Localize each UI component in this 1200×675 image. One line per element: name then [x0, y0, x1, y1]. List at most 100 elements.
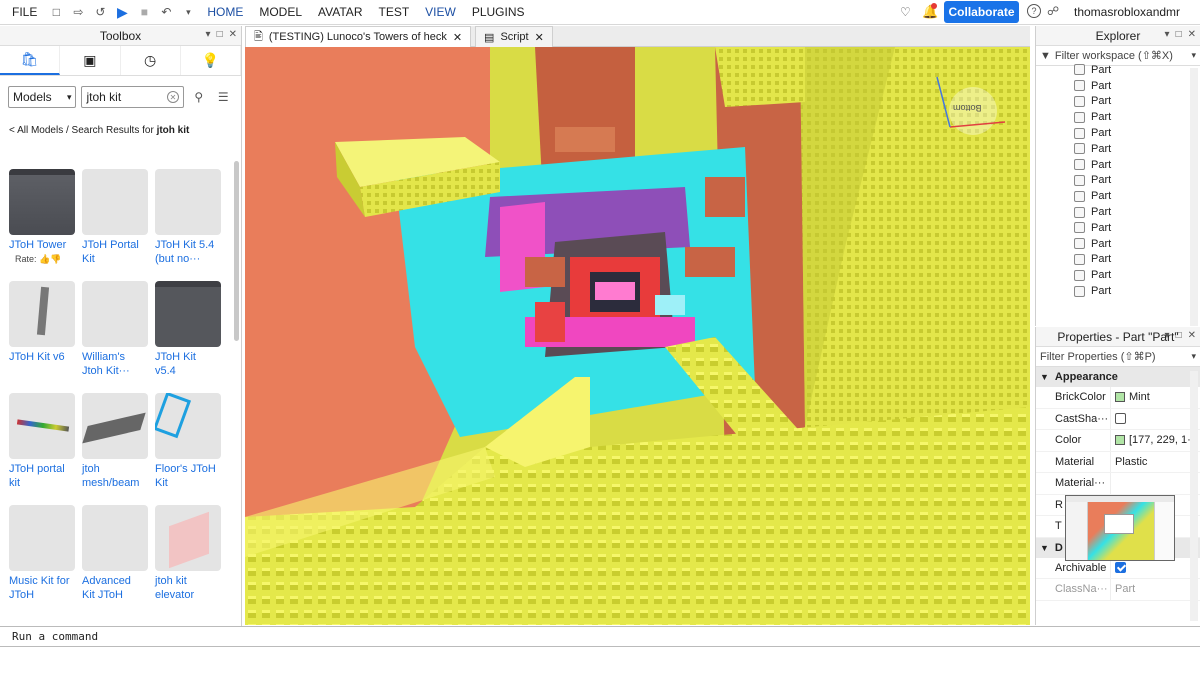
model-name[interactable]: JToH portal kit [9, 462, 76, 490]
filter-sliders-icon[interactable]: ☰ [214, 86, 233, 108]
model-thumbnail[interactable] [155, 505, 221, 571]
tree-item[interactable]: Part [1036, 188, 1200, 204]
model-name[interactable]: Advanced Kit JToH [82, 574, 149, 602]
model-name[interactable]: William's Jtoh Kit··· [82, 350, 149, 378]
model-card[interactable]: JToH Kit v5.4 [155, 281, 222, 378]
favorite-icon[interactable]: ♡ [900, 5, 911, 19]
model-card[interactable]: jtoh kit elevator [155, 505, 222, 602]
prop-row-color[interactable]: Color [177, 229, 1··· [1036, 430, 1200, 452]
search-icon[interactable]: ⚲ [189, 86, 208, 108]
tab-script[interactable]: ▤ Script ✕ [475, 26, 553, 47]
tree-item[interactable]: Part [1036, 157, 1200, 173]
clear-icon[interactable]: ✕ [167, 91, 180, 103]
model-thumbnail[interactable] [82, 505, 148, 571]
chevron-down-icon[interactable]: ▾ [1191, 50, 1196, 61]
model-name[interactable]: JToH Kit 5.4 (but no··· [155, 238, 222, 266]
tree-item[interactable]: Part [1036, 220, 1200, 236]
orientation-cube-label[interactable]: Bottom [953, 103, 982, 113]
model-name[interactable]: JToH Portal Kit [82, 238, 149, 266]
model-name[interactable]: jtoh mesh/beam [82, 462, 149, 490]
undo-icon[interactable]: ↶ [159, 5, 173, 19]
prop-row-brickcolor[interactable]: BrickColor Mint [1036, 387, 1200, 409]
model-thumbnail[interactable] [155, 169, 221, 235]
model-name[interactable]: JToH Tower [9, 238, 76, 252]
creations-tab-icon[interactable]: 💡 [181, 46, 241, 75]
toolbox-scrollbar[interactable] [234, 161, 239, 341]
model-card[interactable]: JToH Portal Kit [82, 169, 149, 266]
model-thumbnail[interactable] [155, 281, 221, 347]
chevron-down-icon[interactable]: ▾ [181, 5, 195, 19]
close-icon[interactable]: ✕ [535, 31, 544, 44]
recent-tab-icon[interactable]: ◷ [121, 46, 181, 75]
collapse-icon[interactable]: ▾ [206, 29, 211, 40]
model-card[interactable]: JToH Tower Rate: 👍👎 [9, 169, 76, 265]
color-swatch[interactable] [1115, 392, 1125, 403]
tree-item[interactable]: Part [1036, 94, 1200, 110]
tree-item[interactable]: Part [1036, 204, 1200, 220]
tab-test[interactable]: TEST [370, 5, 417, 19]
model-card[interactable]: Advanced Kit JToH [82, 505, 149, 602]
model-thumbnail[interactable] [9, 393, 75, 459]
model-name[interactable]: JToH Kit v6 [9, 350, 76, 364]
model-card[interactable]: jtoh mesh/beam [82, 393, 149, 490]
tab-place[interactable]: 🖹 (TESTING) Lunoco's Towers of heck ✕ [245, 26, 472, 47]
model-card[interactable]: JToH Kit 5.4 (but no··· [155, 169, 222, 266]
float-icon[interactable]: □ [217, 29, 223, 40]
close-icon[interactable]: ✕ [453, 31, 462, 44]
search-input[interactable]: jtoh kit ✕ [81, 86, 185, 108]
breadcrumb[interactable]: < All Models / Search Results for jtoh k… [9, 125, 189, 136]
properties-filter-input[interactable]: Filter Properties (⇧⌘P) ▾ [1036, 347, 1200, 367]
tree-item[interactable]: Part [1036, 109, 1200, 125]
model-name[interactable]: Music Kit for JToH [9, 574, 76, 602]
tree-item[interactable]: Part [1036, 252, 1200, 268]
help-icon[interactable]: ? [1027, 4, 1041, 18]
tab-avatar[interactable]: AVATAR [310, 5, 370, 19]
undo-history-icon[interactable]: ↺ [93, 5, 107, 19]
screenshot-preview-thumbnail[interactable] [1065, 495, 1175, 561]
model-card[interactable]: JToH Kit v6 [9, 281, 76, 364]
model-thumbnail[interactable] [82, 393, 148, 459]
prop-row-material[interactable]: Material Plastic [1036, 451, 1200, 473]
new-file-icon[interactable]: □ [49, 5, 63, 19]
collapse-icon[interactable]: ▾ [1165, 330, 1170, 341]
model-name[interactable]: jtoh kit elevator [155, 574, 222, 602]
tab-home[interactable]: HOME [199, 5, 251, 19]
model-name[interactable]: Floor's JToH Kit [155, 462, 222, 490]
command-bar-input[interactable]: Run a command [0, 626, 1200, 647]
prop-value[interactable]: Plastic [1115, 456, 1147, 468]
model-name[interactable]: JToH Kit v5.4 [155, 350, 222, 378]
marketplace-tab-icon[interactable]: 🛍 [0, 46, 61, 75]
tree-item[interactable]: Part [1036, 141, 1200, 157]
prop-value[interactable]: [177, 229, 1··· [1129, 434, 1198, 446]
filter-icon[interactable]: ▼ [1040, 50, 1051, 62]
model-thumbnail[interactable] [9, 281, 75, 347]
model-thumbnail[interactable] [82, 281, 148, 347]
tree-item[interactable]: Part [1036, 236, 1200, 252]
tree-item[interactable]: Part [1036, 283, 1200, 299]
collapse-icon[interactable]: ▾ [1165, 29, 1170, 40]
thumbs-icon[interactable]: 👍👎 [39, 254, 61, 264]
save-icon[interactable]: ⇨ [71, 5, 85, 19]
float-icon[interactable]: □ [1176, 29, 1182, 40]
tree-item[interactable]: Part [1036, 78, 1200, 94]
model-thumbnail[interactable] [82, 169, 148, 235]
prop-row-castshadow[interactable]: CastSha··· [1036, 408, 1200, 430]
float-icon[interactable]: □ [1176, 330, 1182, 341]
model-thumbnail[interactable] [9, 169, 75, 235]
play-icon[interactable]: ▶ [115, 4, 129, 20]
chevron-down-icon[interactable]: ▾ [1191, 351, 1196, 362]
tree-item[interactable]: Part [1036, 62, 1200, 78]
archivable-checkbox[interactable] [1115, 562, 1126, 574]
breadcrumb-prefix[interactable]: < All Models / Search Results for [9, 125, 157, 136]
model-card[interactable]: Floor's JToH Kit [155, 393, 222, 490]
prop-value[interactable]: Mint [1129, 391, 1150, 403]
tree-item[interactable]: Part [1036, 267, 1200, 283]
username[interactable]: thomasrobloxandmr [1074, 5, 1180, 19]
properties-scrollbar[interactable] [1190, 371, 1198, 621]
model-thumbnail[interactable] [155, 393, 221, 459]
tab-view[interactable]: VIEW [417, 5, 464, 19]
tree-item[interactable]: Part [1036, 173, 1200, 189]
category-select[interactable]: Models ▾ [8, 86, 77, 108]
tab-plugins[interactable]: PLUGINS [464, 5, 533, 19]
prop-row-classname[interactable]: ClassNa··· Part [1036, 579, 1200, 601]
